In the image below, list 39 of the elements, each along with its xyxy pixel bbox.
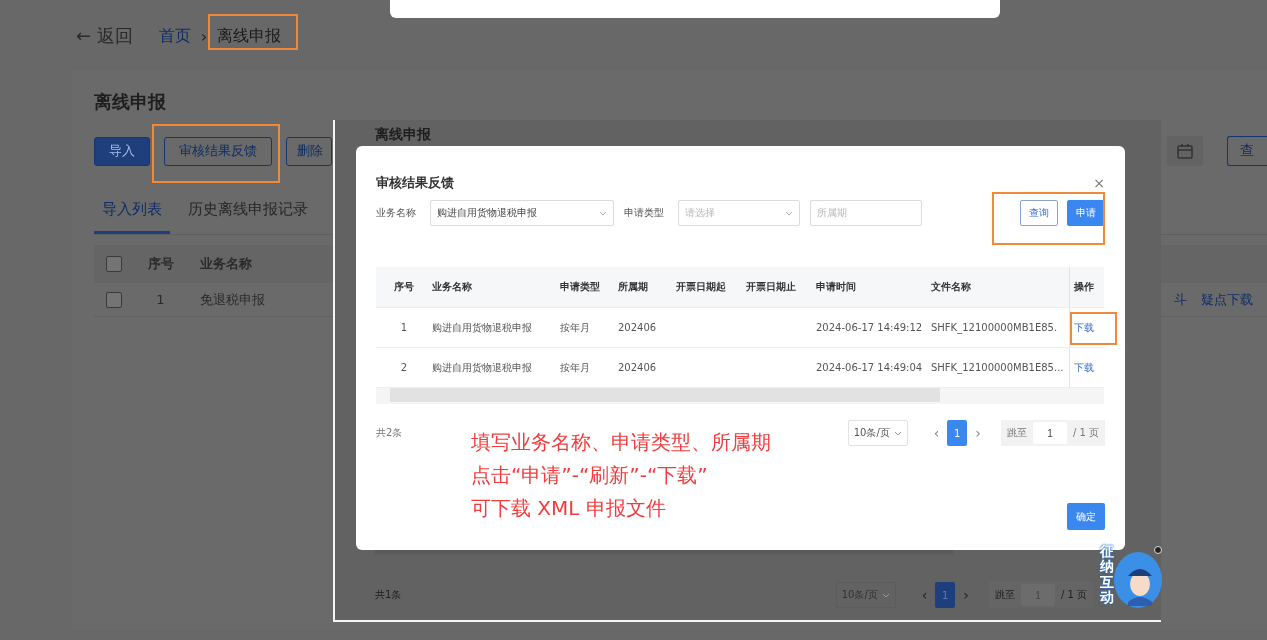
table-cell-text: 1 — [155, 292, 166, 307]
column-header: 序号 — [376, 267, 428, 308]
table-cell: 202406 — [618, 362, 657, 373]
total-count: 共2条 — [376, 426, 403, 440]
column-header: 所属期 — [614, 267, 672, 308]
total-count: 共1条 — [375, 588, 402, 602]
table-cell: 2 — [400, 362, 408, 373]
table-cell: 2024-06-17 14:49:04 — [816, 362, 923, 373]
table-cell: 2024-06-17 14:49:12 — [816, 322, 923, 333]
table-cell: 1 — [400, 322, 408, 333]
column-header: 序号 — [148, 255, 175, 273]
page-count: / 1 页 — [1060, 588, 1087, 602]
filter-label: 业务名称 — [376, 206, 416, 220]
table-cell: 202406 — [618, 322, 657, 333]
jump-label: 跳至 — [994, 588, 1015, 602]
table-cell: 购进自用货物退税申报 — [432, 320, 532, 335]
table-cell: SHFK_12100000MB1E85. — [931, 322, 1058, 333]
table-cell: 购进自用货物退税申报 — [432, 360, 532, 375]
table-cell: 按年月 — [560, 320, 590, 335]
annotation-note: 填写业务名称、申请类型、所属期 点击“申请”-“刷新”-“下载” 可下载 XML 申报文件 — [471, 429, 771, 522]
page-count: / 1 页 — [1072, 426, 1099, 440]
breadcrumb-separator: › — [200, 26, 208, 46]
column-header: 文件名称 — [927, 267, 1069, 308]
panel-title: 离线申报 — [375, 126, 432, 142]
table-cell-text: 免退税申报 — [200, 290, 266, 309]
breadcrumb-item: 离线申报 — [217, 27, 282, 45]
page-heading: 离线申报 — [94, 90, 167, 114]
column-header: 开票日期起 — [672, 267, 742, 308]
table-cell: 按年月 — [560, 360, 590, 375]
table-cell: SHFK_12100000MB1E85... — [931, 362, 1064, 373]
dialog-title: 审核结果反馈 — [376, 174, 454, 192]
column-header: 申请类型 — [556, 267, 614, 308]
column-header: 业务名称 — [200, 255, 253, 273]
jump-label: 跳至 — [1006, 426, 1027, 440]
column-header: 业务名称 — [428, 267, 556, 308]
column-header: 申请时间 — [812, 267, 927, 308]
column-header: 开票日期止 — [742, 267, 812, 308]
column-header: 操作 — [1069, 267, 1104, 308]
filter-label: 申请类型 — [624, 206, 664, 220]
